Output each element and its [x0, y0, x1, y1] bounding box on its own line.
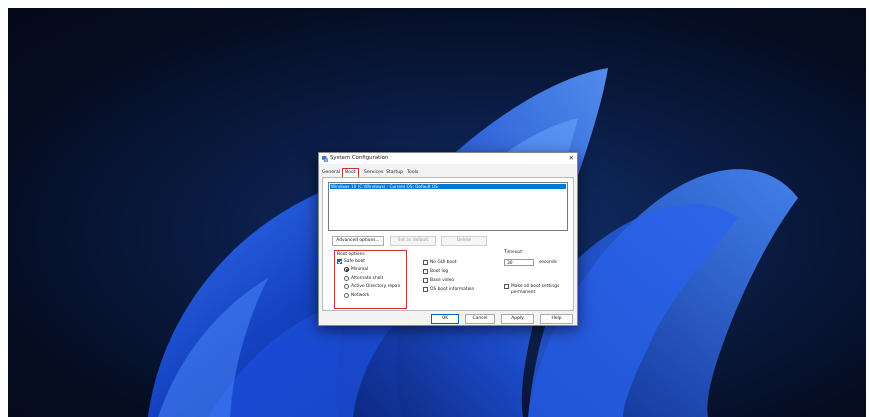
no-gui-boot-label: No GUI boot [430, 260, 457, 265]
alternate-shell-label: Alternate shell [351, 276, 383, 281]
cancel-button[interactable]: Cancel [465, 314, 495, 324]
timeout-label: Timeout: [504, 250, 524, 255]
network-label: Network [351, 293, 370, 298]
no-gui-boot-checkbox[interactable] [423, 260, 428, 265]
boot-log-label: Boot log [430, 269, 449, 274]
timeout-input[interactable]: 30 [504, 259, 534, 266]
system-config-icon [322, 155, 328, 162]
advanced-options-button[interactable]: Advanced options... [332, 236, 384, 246]
os-list[interactable]: Windows 10 (C:\Windows) : Current OS; De… [328, 182, 568, 231]
tab-tools[interactable]: Tools [407, 169, 418, 177]
tab-startup[interactable]: Startup [386, 169, 403, 177]
os-boot-information-label: OS boot information [430, 287, 475, 292]
minimal-label: Minimal [351, 267, 369, 272]
make-permanent-label: Make all boot settings [511, 284, 560, 289]
boot-options-group: Boot options Safe boot Minimal Alternate… [334, 250, 407, 309]
os-list-item[interactable]: Windows 10 (C:\Windows) : Current OS; De… [330, 184, 566, 189]
active-directory-repair-label: Active Directory repair [351, 284, 401, 289]
boot-options-title: Boot options [337, 252, 365, 257]
close-icon[interactable]: ✕ [569, 154, 574, 162]
make-permanent-checkbox[interactable] [504, 284, 509, 289]
set-as-default-button[interactable]: Set as default [390, 236, 436, 246]
base-video-label: Base video [430, 278, 455, 283]
network-radio[interactable] [344, 293, 349, 298]
boot-log-checkbox[interactable] [423, 269, 428, 274]
delete-button[interactable]: Delete [441, 236, 487, 246]
safe-boot-label: Safe boot [344, 259, 366, 264]
tab-boot[interactable]: Boot [342, 168, 359, 177]
apply-button[interactable]: Apply [501, 314, 534, 324]
title-bar[interactable]: System Configuration ✕ [319, 153, 577, 164]
os-boot-information-checkbox[interactable] [423, 287, 428, 292]
help-button[interactable]: Help [540, 314, 573, 324]
active-directory-repair-radio[interactable] [344, 284, 349, 289]
minimal-radio[interactable] [344, 267, 349, 272]
tab-services[interactable]: Services [364, 169, 383, 177]
base-video-checkbox[interactable] [423, 278, 428, 283]
ok-button[interactable]: OK [431, 314, 459, 324]
tab-general[interactable]: General [322, 169, 340, 177]
boot-panel: Windows 10 (C:\Windows) : Current OS; De… [322, 177, 574, 311]
dialog-title: System Configuration [330, 155, 389, 161]
alternate-shell-radio[interactable] [344, 276, 349, 281]
system-configuration-dialog: System Configuration ✕ General Boot Serv… [318, 152, 578, 326]
make-permanent-label-line2: permanent [511, 290, 536, 295]
safe-boot-checkbox[interactable] [337, 259, 342, 264]
timeout-unit: seconds [539, 260, 557, 265]
